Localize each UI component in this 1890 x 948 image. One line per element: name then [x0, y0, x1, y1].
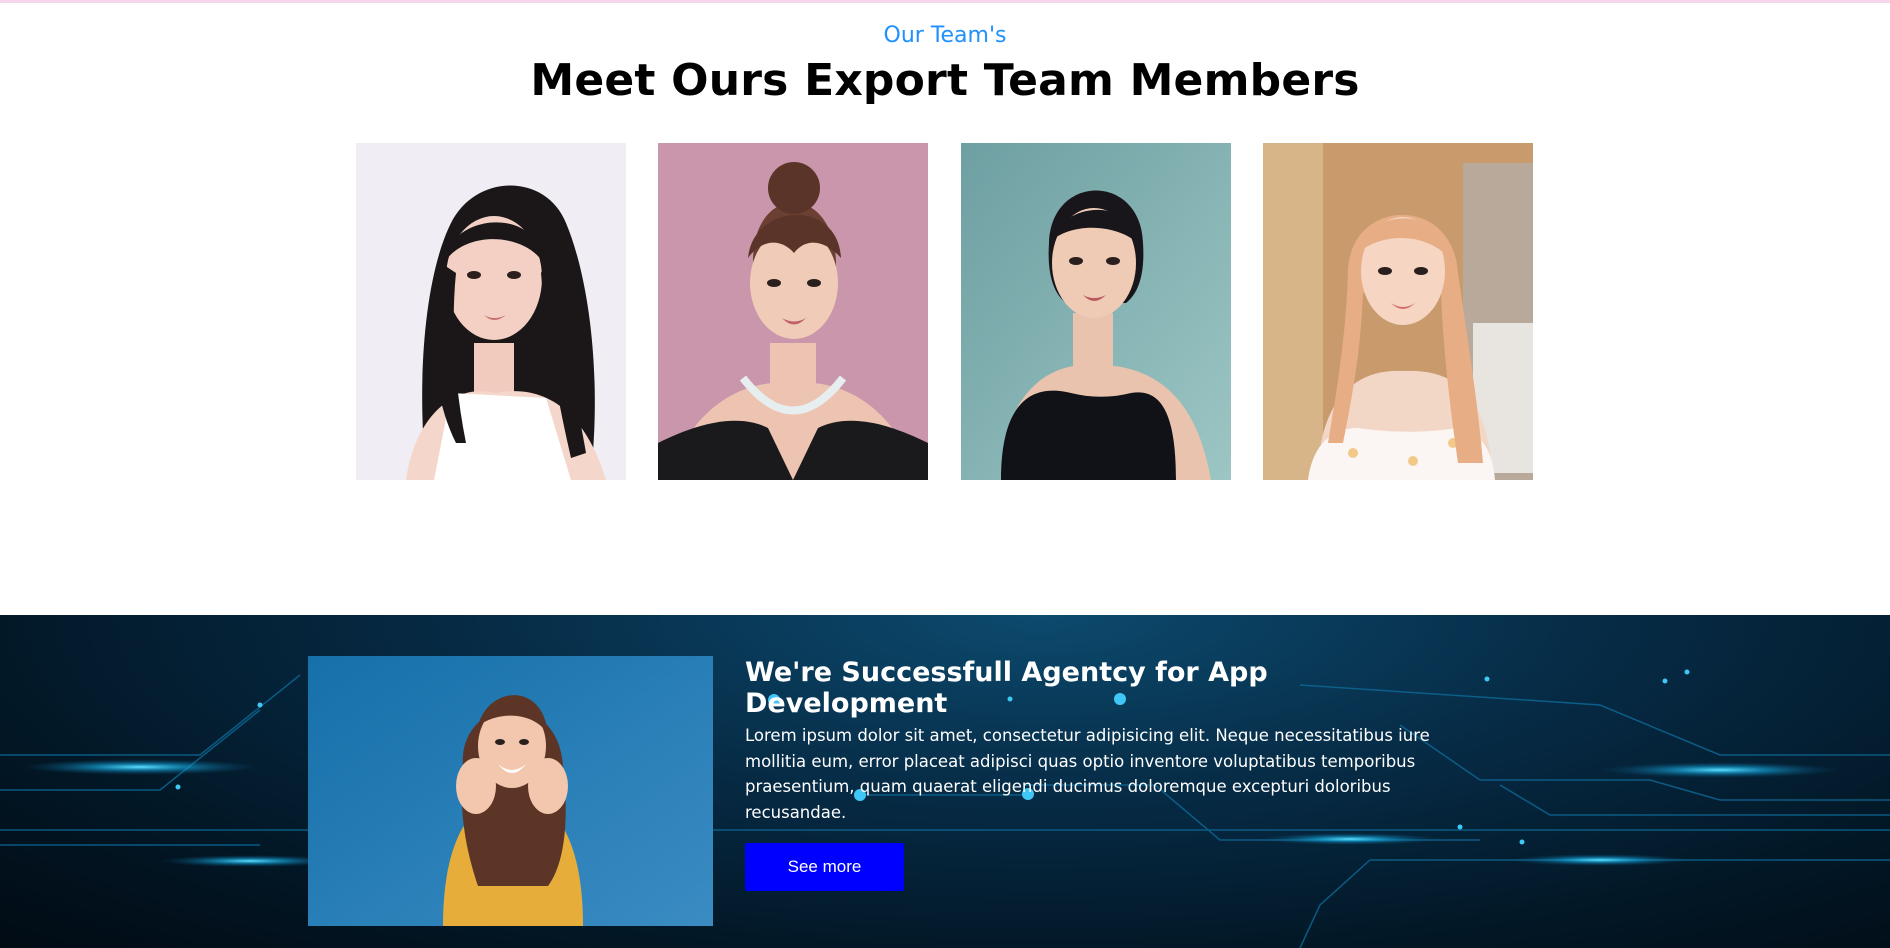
team-member-card: [1263, 143, 1533, 480]
team-member-card: [356, 143, 626, 480]
team-member-card: [658, 143, 928, 480]
team-kicker: Our Team's: [883, 23, 1007, 48]
team-member-photo-2: [658, 143, 928, 480]
team-member-photo-4: [1263, 143, 1533, 480]
agency-heading: We're Successfull Agentcy for App Develo…: [745, 657, 1268, 719]
team-section: Our Team's Meet Ours Export Team Members: [0, 3, 1890, 615]
team-title: Meet Ours Export Team Members: [530, 55, 1360, 106]
agency-section: We're Successfull Agentcy for App Develo…: [0, 615, 1890, 948]
agency-description: Lorem ipsum dolor sit amet, consectetur …: [745, 726, 1430, 822]
agency-photo: [308, 656, 713, 926]
see-more-button[interactable]: See more: [745, 843, 904, 891]
team-member-photo-1: [356, 143, 626, 480]
team-member-photo-3: [961, 143, 1231, 480]
team-member-card: [961, 143, 1231, 480]
